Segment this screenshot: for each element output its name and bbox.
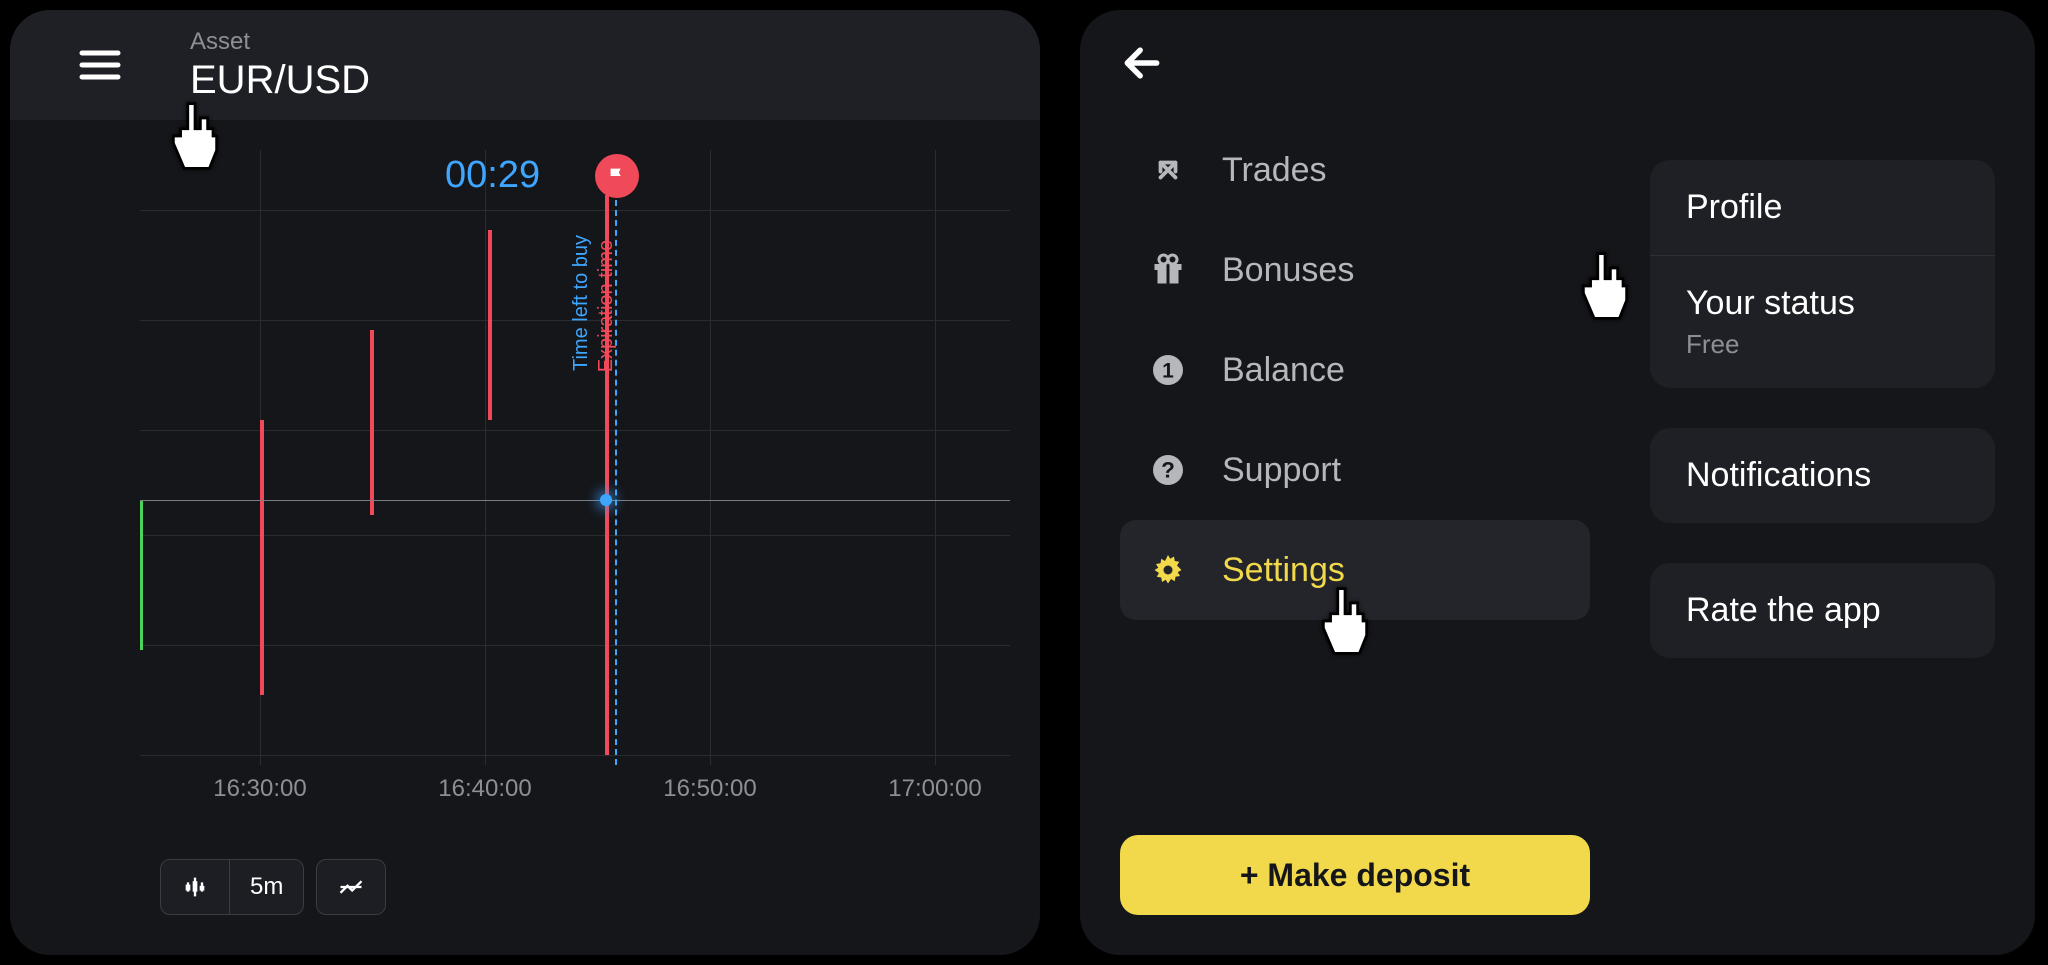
card-title: Your status (1686, 284, 1959, 323)
chart-area[interactable]: Time left to buy Expiration time 00:29 1… (10, 120, 1040, 825)
gridline (485, 150, 486, 765)
card-title: Profile (1686, 188, 1959, 227)
menu-item-bonuses[interactable]: Bonuses (1120, 220, 1590, 320)
indicators-button[interactable] (316, 859, 386, 915)
gridline (140, 535, 1010, 536)
gridline (710, 150, 711, 765)
expiration-label: Expiration time (595, 240, 618, 372)
countdown-timer: 00:29 (445, 154, 540, 197)
status-row[interactable]: Your status Free (1650, 256, 1995, 388)
menu-item-trades[interactable]: Trades (1120, 120, 1590, 220)
chart-controls: 5m (160, 859, 386, 915)
gridline (140, 645, 1010, 646)
asset-selector[interactable]: Asset EUR/USD (190, 28, 370, 103)
notifications-row[interactable]: Notifications (1650, 428, 1995, 523)
timeframe-label: 5m (250, 873, 283, 901)
menu-label: Settings (1222, 551, 1345, 590)
menu-columns: Trades Bonuses 1 Balance ? Support (1080, 120, 2035, 955)
gridline (140, 430, 1010, 431)
gridline (935, 150, 936, 765)
flag-icon (606, 165, 628, 187)
gift-icon (1148, 250, 1188, 290)
arrow-left-icon (1120, 41, 1164, 85)
make-deposit-button[interactable]: + Make deposit (1120, 835, 1590, 915)
expiration-flag (595, 154, 639, 198)
asset-name: EUR/USD (190, 58, 370, 103)
current-price-line (140, 500, 1010, 501)
trading-chart-panel: Asset EUR/USD Time left to buy Expiratio… (10, 10, 1040, 955)
gridline (140, 755, 1010, 756)
menu-item-support[interactable]: ? Support (1120, 420, 1590, 520)
profile-row[interactable]: Profile (1650, 160, 1995, 255)
menu-item-settings[interactable]: Settings (1120, 520, 1590, 620)
rate-row[interactable]: Rate the app (1650, 563, 1995, 658)
card-title: Rate the app (1686, 591, 1959, 630)
chart-type-button[interactable] (161, 860, 229, 914)
trades-icon (1148, 150, 1188, 190)
svg-text:1: 1 (1162, 360, 1174, 383)
deposit-label: + Make deposit (1240, 857, 1470, 894)
rate-card: Rate the app (1650, 563, 1995, 658)
candlestick-icon (181, 873, 209, 901)
gear-icon (1148, 550, 1188, 590)
indicator-icon (337, 873, 365, 901)
svg-text:?: ? (1161, 458, 1175, 483)
time-left-label: Time left to buy (570, 235, 593, 371)
chart-bar (140, 500, 143, 650)
chart-candle (488, 230, 492, 420)
profile-card: Profile Your status Free (1650, 160, 1995, 388)
menu-label: Bonuses (1222, 251, 1354, 290)
chart-candle (260, 420, 264, 695)
asset-label: Asset (190, 28, 370, 56)
chart-topbar: Asset EUR/USD (10, 10, 1040, 120)
card-title: Notifications (1686, 456, 1959, 495)
menu-item-balance[interactable]: 1 Balance (1120, 320, 1590, 420)
time-tick: 16:50:00 (663, 775, 756, 803)
notifications-card: Notifications (1650, 428, 1995, 523)
price-dot (600, 494, 612, 506)
chart-type-timeframe: 5m (160, 859, 304, 915)
menu-label: Balance (1222, 351, 1345, 390)
status-value: Free (1686, 329, 1959, 360)
time-axis: 16:30:00 16:40:00 16:50:00 17:00:00 (10, 775, 1040, 805)
menu-button[interactable] (40, 10, 160, 120)
support-icon: ? (1148, 450, 1188, 490)
settings-menu-panel: Trades Bonuses 1 Balance ? Support (1080, 10, 2035, 955)
gridline (140, 210, 1010, 211)
time-tick: 16:30:00 (213, 775, 306, 803)
settings-cards: Profile Your status Free Notifications R… (1650, 120, 1995, 955)
menu-label: Support (1222, 451, 1341, 490)
chart-candle (370, 330, 374, 515)
coin-icon: 1 (1148, 350, 1188, 390)
time-tick: 16:40:00 (438, 775, 531, 803)
time-tick: 17:00:00 (888, 775, 981, 803)
menu-label: Trades (1222, 151, 1327, 190)
timeframe-button[interactable]: 5m (230, 860, 303, 914)
back-row (1080, 10, 2035, 120)
back-button[interactable] (1120, 41, 1164, 90)
menu-list: Trades Bonuses 1 Balance ? Support (1120, 120, 1590, 955)
hamburger-icon (76, 41, 124, 89)
